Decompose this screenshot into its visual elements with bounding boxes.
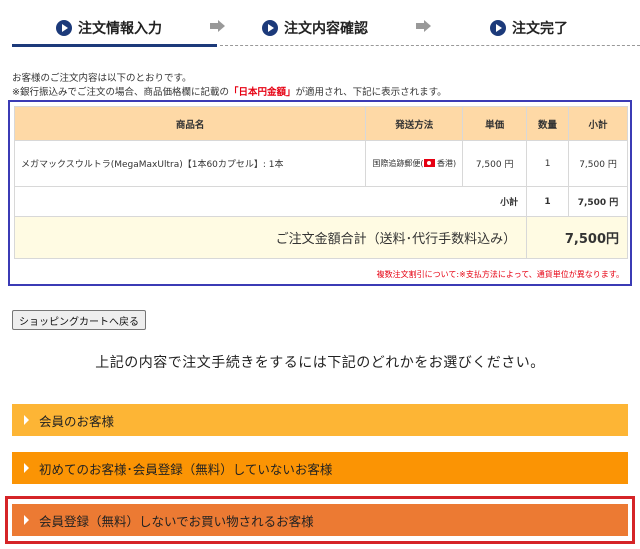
step-order-complete: 注文完了 bbox=[490, 18, 568, 38]
option-guest-checkout[interactable]: 会員登録（無料）しないでお買い物されるお客様 bbox=[12, 504, 628, 536]
item-name: メガマックスウルトラ(MegaMaxUltra)【1本60カプセル】: 1本 bbox=[13, 140, 367, 187]
chevron-right-icon bbox=[24, 415, 29, 425]
intro-line-2-red: 「日本円金額」 bbox=[228, 87, 296, 98]
subtotal-row: 小計 1 7,500 円 bbox=[13, 186, 628, 217]
header-quantity: 数量 bbox=[526, 106, 570, 141]
item-quantity: 1 bbox=[526, 140, 570, 187]
intro-line-2-pre: ※銀行振込みでご注文の場合、商品価格欄に記載の bbox=[12, 87, 229, 98]
subtotal-quantity: 1 bbox=[526, 186, 570, 217]
step-order-confirm: 注文内容確認 bbox=[262, 18, 368, 38]
total-row: ご注文金額合計（送料･代行手数料込み） 7,500円 bbox=[13, 216, 628, 259]
discount-note-link[interactable]: 複数注文割引について:※支払方法によって、通貨単位が異なります。 bbox=[377, 269, 624, 280]
subtotal-amount: 7,500 円 bbox=[568, 186, 628, 217]
play-circle-icon bbox=[262, 20, 278, 36]
header-unit-price: 単価 bbox=[462, 106, 528, 141]
subtotal-label: 小計 bbox=[13, 186, 528, 217]
option-label: 会員のお客様 bbox=[39, 413, 115, 429]
order-table: 商品名 発送方法 単価 数量 小計 メガマックスウルトラ(MegaMaxUltr… bbox=[13, 106, 628, 259]
play-circle-icon bbox=[490, 20, 506, 36]
total-label: ご注文金額合計（送料･代行手数料込み） bbox=[13, 216, 528, 259]
step-order-input: 注文情報入力 bbox=[56, 18, 162, 38]
item-price: 7,500 円 bbox=[462, 140, 528, 187]
header-subtotal: 小計 bbox=[568, 106, 628, 141]
table-header-row: 商品名 発送方法 単価 数量 小計 bbox=[13, 106, 628, 141]
intro-line-2: ※銀行振込みでご注文の場合、商品価格欄に記載の「日本円金額」が適用され、下記に表… bbox=[12, 86, 447, 100]
chevron-right-icon bbox=[24, 463, 29, 473]
hong-kong-flag-icon bbox=[423, 159, 435, 167]
intro-line-2-post: が適用され、下記に表示されます。 bbox=[295, 87, 447, 98]
header-product-name: 商品名 bbox=[13, 106, 367, 141]
option-label: 初めてのお客様･会員登録（無料）していないお客様 bbox=[39, 461, 333, 477]
ship-text-pre: 国際追跡郵便( bbox=[372, 158, 424, 168]
total-amount: 7,500円 bbox=[526, 216, 628, 259]
arrow-right-icon bbox=[210, 20, 226, 32]
back-to-cart-button[interactable]: ショッピングカートへ戻る bbox=[12, 310, 146, 330]
choose-instruction: 上記の内容で注文手続きをするには下記のどれかをお選びください。 bbox=[95, 355, 545, 371]
order-summary-box: 商品名 発送方法 単価 数量 小計 メガマックスウルトラ(MegaMaxUltr… bbox=[8, 100, 632, 286]
header-shipping-method: 発送方法 bbox=[365, 106, 464, 141]
intro-text: お客様のご注文内容は以下のとおりです。 ※銀行振込みでご注文の場合、商品価格欄に… bbox=[12, 72, 447, 100]
active-step-underline bbox=[12, 44, 217, 47]
intro-line-1: お客様のご注文内容は以下のとおりです。 bbox=[12, 73, 192, 84]
step-label: 注文内容確認 bbox=[284, 21, 368, 37]
order-steps: 注文情報入力 注文内容確認 注文完了 bbox=[12, 0, 640, 48]
step-label: 注文情報入力 bbox=[78, 21, 162, 37]
arrow-right-icon bbox=[416, 20, 432, 32]
step-divider bbox=[220, 45, 640, 46]
table-row: メガマックスウルトラ(MegaMaxUltra)【1本60カプセル】: 1本 国… bbox=[13, 140, 628, 187]
item-subtotal: 7,500 円 bbox=[568, 140, 628, 187]
option-label: 会員登録（無料）しないでお買い物されるお客様 bbox=[39, 513, 314, 529]
item-shipping: 国際追跡郵便( 香港) bbox=[365, 140, 464, 187]
play-circle-icon bbox=[56, 20, 72, 36]
step-label: 注文完了 bbox=[512, 21, 568, 37]
option-member[interactable]: 会員のお客様 bbox=[12, 404, 628, 436]
option-new-customer-register[interactable]: 初めてのお客様･会員登録（無料）していないお客様 bbox=[12, 452, 628, 484]
chevron-right-icon bbox=[24, 515, 29, 525]
ship-text-post: 香港) bbox=[437, 158, 457, 168]
